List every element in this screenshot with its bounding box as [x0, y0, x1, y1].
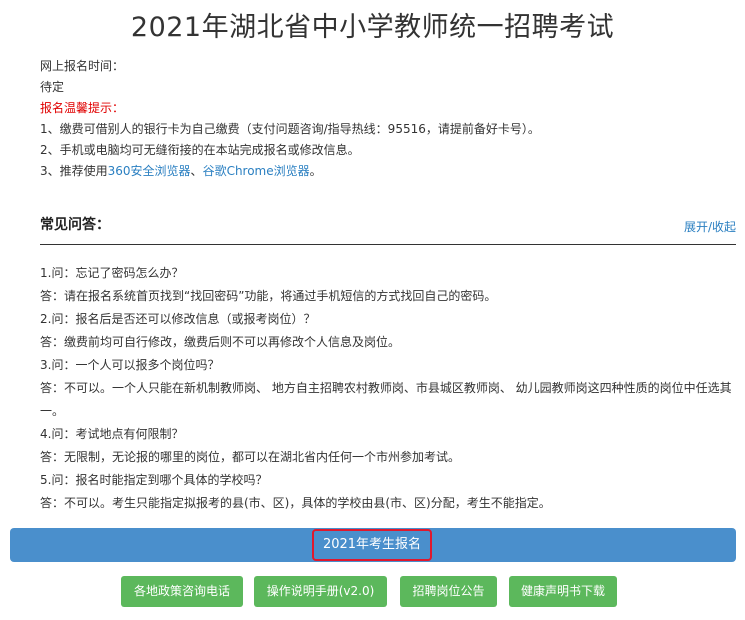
- faq-answer-4: 答：无限制，无论报的哪里的岗位，都可以在湖北省内任何一个市州参加考试。: [40, 450, 461, 464]
- health-declaration-button[interactable]: 健康声明书下载: [509, 576, 617, 607]
- faq-question-4: 4.问：考试地点有何限制？: [40, 427, 184, 441]
- browser-chrome-link[interactable]: 谷歌Chrome浏览器: [203, 164, 310, 178]
- faq-question-1: 1.问：忘记了密码怎么办？: [40, 266, 184, 280]
- tip-3-prefix: 3、推荐使用: [40, 164, 108, 178]
- job-announcement-button[interactable]: 招聘岗位公告: [400, 576, 497, 607]
- faq-title: 常见问答：: [40, 217, 110, 233]
- policy-hotline-button[interactable]: 各地政策咨询电话: [121, 576, 243, 607]
- registration-time-label: 网上报名时间：: [40, 59, 125, 73]
- page-title: 2021年湖北省中小学教师统一招聘考试: [130, 12, 615, 43]
- action-buttons: 各地政策咨询电话 操作说明手册(v2.0) 招聘岗位公告 健康声明书下载: [0, 576, 745, 608]
- faq-answer-2: 答：缴费前均可自行修改，缴费后则不可以再修改个人信息及岗位。: [40, 335, 401, 349]
- tip-2: 2、手机或电脑均可无缝衔接的在本站完成报名或修改信息。: [40, 143, 360, 157]
- tips-title: 报名温馨提示：: [40, 101, 125, 115]
- faq-question-2: 2.问：报名后是否还可以修改信息（或报考岗位）？: [40, 312, 316, 326]
- register-bar[interactable]: 2021年考生报名: [10, 528, 736, 562]
- register-button[interactable]: 2021年考生报名: [312, 529, 432, 561]
- faq-toggle-link[interactable]: 展开/收起: [684, 218, 736, 235]
- user-manual-button[interactable]: 操作说明手册(v2.0): [254, 576, 387, 607]
- tip-3-separator: 、: [190, 164, 203, 178]
- faq-list: 1.问：忘记了密码怎么办？ 答：请在报名系统首页找到“找回密码”功能，将通过手机…: [40, 262, 740, 515]
- faq-answer-5: 答：不可以。考生只能指定拟报考的县(市、区)，具体的学校由县(市、区)分配，考生…: [40, 496, 551, 510]
- registration-time-value: 待定: [40, 80, 65, 94]
- tip-1: 1、缴费可借别人的银行卡为自己缴费（支付问题咨询/指导热线：95516，请提前备…: [40, 122, 540, 136]
- faq-header: 常见问答： 展开/收起: [40, 212, 736, 245]
- faq-answer-1: 答：请在报名系统首页找到“找回密码”功能，将通过手机短信的方式找回自己的密码。: [40, 289, 497, 303]
- notice-section: 网上报名时间： 待定 报名温馨提示： 1、缴费可借别人的银行卡为自己缴费（支付问…: [40, 56, 730, 182]
- faq-answer-3: 答：不可以。一个人只能在新机制教师岗、 地方自主招聘农村教师岗、市县城区教师岗、…: [40, 381, 732, 418]
- tip-3: 3、推荐使用360安全浏览器、谷歌Chrome浏览器。: [40, 161, 730, 182]
- tip-3-suffix: 。: [309, 164, 322, 178]
- faq-question-5: 5.问：报名时能指定到哪个具体的学校吗？: [40, 473, 268, 487]
- browser-360-link[interactable]: 360安全浏览器: [108, 164, 191, 178]
- faq-question-3: 3.问：一个人可以报多个岗位吗？: [40, 358, 220, 372]
